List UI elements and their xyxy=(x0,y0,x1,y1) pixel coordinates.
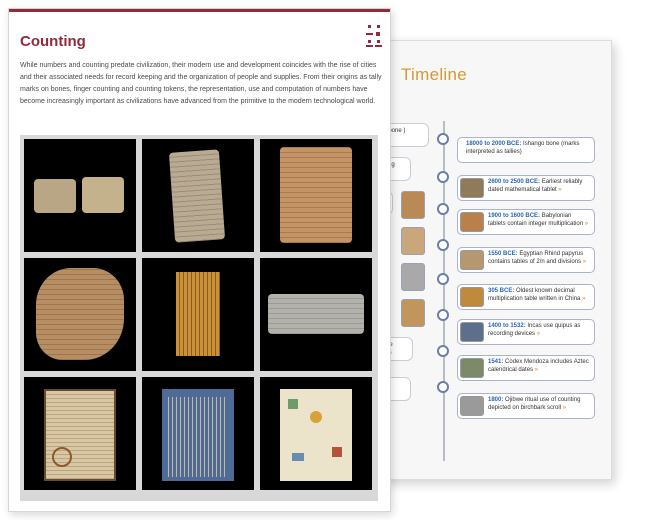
image-gallery xyxy=(20,135,378,501)
more-link[interactable]: » xyxy=(582,296,585,302)
more-link[interactable]: » xyxy=(563,405,566,411)
codex-mendoza-image[interactable] xyxy=(260,377,372,490)
tally-sticks-image[interactable] xyxy=(142,258,254,371)
timeline-thumb-image[interactable] xyxy=(401,299,425,327)
timeline-item[interactable]: 1541: Codex Mendoza includes Aztec calen… xyxy=(457,355,595,381)
timeline-item-year: 1800: xyxy=(488,397,504,403)
accent-bar xyxy=(9,9,390,12)
timeline-page: Timeline mbo bone ) ounting s ns use mbe… xyxy=(370,40,612,480)
timeline-dot xyxy=(437,273,449,285)
clay-tablet-image[interactable] xyxy=(142,139,254,252)
quipu-image[interactable] xyxy=(142,377,254,490)
timeline-item-thumb xyxy=(460,358,484,378)
counting-page: Counting While numbers and counting pred… xyxy=(8,8,391,512)
timeline-item-year: 1400 to 1532: xyxy=(488,323,526,329)
timeline-item[interactable]: 305 BCE: Oldest known decimal multiplica… xyxy=(457,284,595,310)
timeline-dot xyxy=(437,171,449,183)
timeline-item-year: 305 BCE: xyxy=(488,288,515,294)
timeline-item-year: 1550 BCE: xyxy=(488,251,518,257)
timeline-item-thumb xyxy=(460,178,484,198)
manuscript-book-image[interactable] xyxy=(24,377,136,490)
more-link[interactable]: » xyxy=(537,331,540,337)
timeline-item-year: 18000 to 2000 BCE: xyxy=(466,141,522,147)
timeline-item-thumb xyxy=(460,287,484,307)
timeline-item-thumb xyxy=(460,396,484,416)
timeline-title: Timeline xyxy=(401,65,468,84)
timeline-item[interactable]: 1800: Ojibwe ritual use of counting depi… xyxy=(457,393,595,419)
page-title: Counting xyxy=(20,33,86,50)
timeline-dot xyxy=(437,381,449,393)
timeline-item[interactable]: 18000 to 2000 BCE: Ishango bone (marks i… xyxy=(457,137,595,163)
more-link[interactable]: » xyxy=(558,187,561,193)
timeline-thumb-image[interactable] xyxy=(401,191,425,219)
timeline-thumb-image[interactable] xyxy=(401,263,425,291)
grid-menu-icon[interactable] xyxy=(366,23,382,47)
timeline-item[interactable]: 1550 BCE: Egyptian Rhind papyrus contain… xyxy=(457,247,595,273)
timeline-item-year: 1541: xyxy=(488,359,504,365)
more-link[interactable]: » xyxy=(535,367,538,373)
timeline-item[interactable]: 2600 to 2500 BCE: Earliest reliably date… xyxy=(457,175,595,201)
more-link[interactable]: » xyxy=(583,259,586,265)
timeline-dot xyxy=(437,345,449,357)
timeline-dot xyxy=(437,309,449,321)
intro-paragraph: While numbers and counting predate civil… xyxy=(20,62,382,105)
timeline-item[interactable]: 1900 to 1600 BCE: Babylonian tablets con… xyxy=(457,209,595,235)
more-link[interactable]: » xyxy=(585,221,588,227)
timeline-item-year: 2600 to 2500 BCE: xyxy=(488,179,541,185)
timeline-thumb-image[interactable] xyxy=(401,227,425,255)
ishango-bone-image[interactable] xyxy=(24,139,136,252)
babylonian-tablet-image[interactable] xyxy=(260,139,372,252)
timeline-item-text: Codex Mendoza includes Aztec calendrical… xyxy=(488,359,589,373)
timeline-item-thumb xyxy=(460,212,484,232)
timeline-dot xyxy=(437,133,449,145)
timeline-item[interactable]: 1400 to 1532: Incas use quipus as record… xyxy=(457,319,595,345)
timeline-dot xyxy=(437,203,449,215)
rhind-papyrus-image[interactable] xyxy=(260,258,372,371)
timeline-dot xyxy=(437,239,449,251)
timeline-item-thumb xyxy=(460,250,484,270)
timeline-item-year: 1900 to 1600 BCE: xyxy=(488,213,541,219)
timeline-item-thumb xyxy=(460,322,484,342)
round-clay-tablet-image[interactable] xyxy=(24,258,136,371)
